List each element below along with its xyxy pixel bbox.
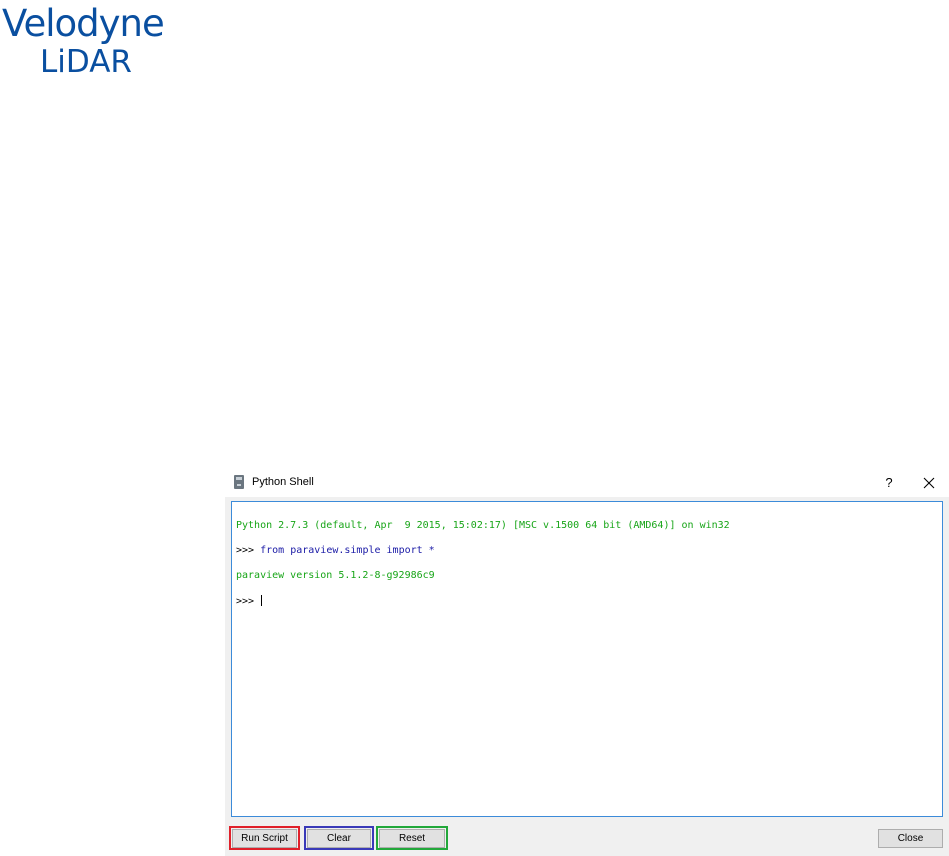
python-shell-dialog: Python Shell ? Python 2.7.3 (default, Ap… bbox=[225, 469, 949, 856]
prompt: >>> bbox=[236, 595, 261, 607]
console-input-line[interactable]: >>> bbox=[236, 594, 730, 609]
help-button[interactable]: ? bbox=[879, 473, 899, 493]
command-text: from paraview.simple import * bbox=[260, 544, 435, 556]
close-button[interactable]: Close bbox=[878, 829, 943, 848]
prompt: >>> bbox=[236, 544, 261, 556]
logo-line1: Velodyne bbox=[2, 2, 165, 45]
title-bar[interactable]: Python Shell ? bbox=[225, 469, 949, 497]
python-shell-icon bbox=[234, 475, 244, 489]
clear-button[interactable]: Clear bbox=[307, 829, 371, 848]
console-line: >>> from paraview.simple import * bbox=[236, 545, 730, 558]
console-line: paraview version 5.1.2-8-g92986c9 bbox=[236, 569, 435, 581]
logo-line2: LiDAR bbox=[40, 44, 132, 80]
velodyne-lidar-logo: Velodyne LiDAR bbox=[0, 0, 180, 90]
text-caret bbox=[261, 594, 263, 606]
run-script-button[interactable]: Run Script bbox=[232, 829, 297, 848]
window-title: Python Shell bbox=[252, 476, 314, 488]
reset-button[interactable]: Reset bbox=[379, 829, 445, 848]
console-line: Python 2.7.3 (default, Apr 9 2015, 15:02… bbox=[236, 519, 730, 531]
close-icon[interactable] bbox=[919, 473, 939, 493]
console-output[interactable]: Python 2.7.3 (default, Apr 9 2015, 15:02… bbox=[231, 501, 943, 817]
